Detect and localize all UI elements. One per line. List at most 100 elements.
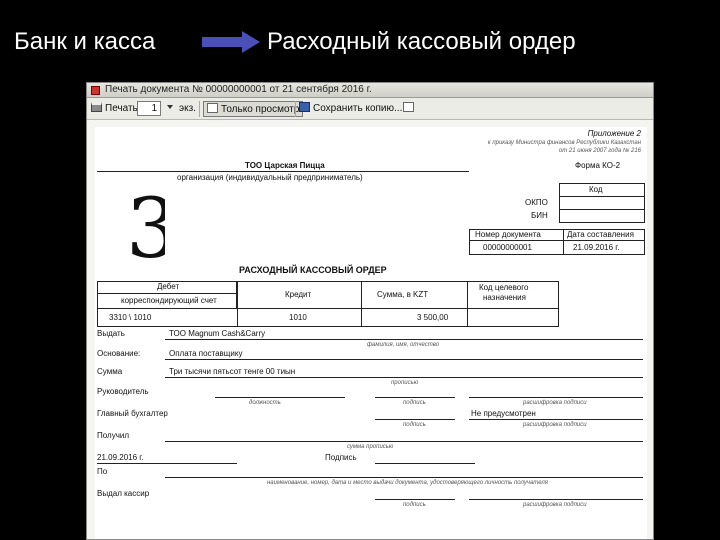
window-title: Печать документа № 00000000001 от 21 сен…	[105, 84, 372, 95]
doc-number-divider	[469, 240, 645, 241]
print-preview-window: Печать документа № 00000000001 от 21 сен…	[86, 82, 654, 540]
received-caption: сумма прописью	[347, 444, 394, 450]
receipt-signature-line	[375, 463, 475, 464]
head-position-line	[215, 397, 345, 398]
row-divider	[97, 308, 559, 309]
chief-decoding-line	[469, 419, 643, 420]
signature-label: Подпись	[325, 453, 357, 462]
handwritten-mark-text: 3	[126, 187, 165, 263]
doc-date-value: 21.09.2016 г.	[573, 243, 620, 252]
cashier-label: Выдал кассир	[97, 489, 150, 498]
cashier-decoding-line	[469, 499, 643, 500]
copies-input[interactable]: 1	[137, 101, 161, 116]
issue-value: ТОО Magnum Cash&Carry	[169, 329, 266, 338]
amount-value: 3 500,00	[417, 313, 449, 322]
chief-signature-caption: подпись	[403, 422, 426, 428]
purpose-code-header-2: назначения	[483, 293, 526, 302]
issue-line	[165, 339, 643, 340]
by-line	[165, 477, 643, 478]
doc-number-value: 00000000001	[483, 243, 532, 252]
slide-left-title: Банк и касса	[14, 28, 156, 55]
column-divider	[237, 281, 238, 327]
issue-label: Выдать	[97, 329, 125, 338]
receipt-date-line	[97, 463, 237, 464]
printer-icon	[91, 102, 102, 112]
copies-unit: экз.	[179, 103, 196, 114]
okpo-label: ОКПО	[525, 198, 548, 207]
head-signature-line	[375, 397, 455, 398]
chief-accountant-value: Не предусмотрен	[471, 409, 536, 418]
sum-line	[165, 377, 643, 378]
page-setup-icon	[403, 102, 414, 112]
window-title-bar: Печать документа № 00000000001 от 21 сен…	[87, 83, 653, 98]
view-only-label: Только просмотр	[221, 104, 300, 115]
basis-line	[165, 359, 643, 360]
document-icon	[91, 86, 100, 95]
slide-header: Банк и касса Расходный кассовый ордер	[0, 0, 720, 80]
head-label: Руководитель	[97, 387, 149, 396]
basis-value: Оплата поставщику	[169, 349, 243, 358]
cashier-signature-line	[375, 499, 455, 500]
purpose-code-header-1: Код целевого	[479, 283, 529, 292]
toolbar-extra-button[interactable]	[403, 101, 417, 117]
receipt-date: 21.09.2016 г.	[97, 453, 144, 462]
by-label: По	[97, 467, 108, 476]
bin-label: БИН	[531, 211, 548, 220]
debit-header: Дебет	[157, 282, 180, 291]
cashier-decoding-caption: расшифровка подписи	[523, 502, 587, 508]
column-divider	[361, 281, 362, 327]
save-copy-label: Сохранить копию...	[313, 103, 403, 114]
cash-order-document: Приложение 2 к приказу Министра финансов…	[95, 127, 647, 539]
spin-down-icon	[167, 105, 173, 109]
view-only-toggle[interactable]: Только просмотр	[203, 101, 304, 117]
print-button[interactable]: Печать	[91, 101, 138, 117]
doc-number-divider	[563, 229, 564, 255]
head-signature-caption: подпись	[403, 400, 426, 406]
save-icon	[299, 102, 310, 112]
print-label: Печать	[105, 103, 138, 114]
received-label: Получил	[97, 431, 129, 440]
chief-signature-line	[375, 419, 455, 420]
arrow-right-icon	[202, 31, 260, 53]
received-line	[165, 441, 643, 442]
code-divider	[559, 209, 645, 210]
organization-caption: организация (индивидуальный предпринимат…	[177, 173, 363, 182]
chief-decoding-caption: расшифровка подписи	[523, 422, 587, 428]
by-caption: наименование, номер, дата и место выдачи…	[267, 480, 548, 486]
toolbar-separator	[295, 101, 296, 117]
order-reference-1: к приказу Министра финансов Республики К…	[487, 140, 641, 146]
sum-label: Сумма	[97, 367, 123, 376]
form-label: Форма КО-2	[575, 161, 621, 170]
organization-name: ТОО Царская Пицца	[245, 161, 325, 170]
amount-header: Сумма, в KZT	[377, 290, 429, 299]
cashier-signature-caption: подпись	[403, 502, 426, 508]
print-toolbar: Печать 1 экз. Только просмотр Сохранить …	[87, 98, 653, 120]
view-icon	[207, 103, 218, 113]
handwritten-number-mark: 3	[126, 187, 165, 263]
order-reference-2: от 21 июня 2007 года № 216	[558, 148, 641, 154]
debit-value: 3310 \ 1010	[109, 313, 152, 322]
doc-number-header: Номер документа	[475, 230, 541, 239]
head-position-caption: должность	[249, 400, 281, 406]
order-title: РАСХОДНЫЙ КАССОВЫЙ ОРДЕР	[239, 265, 387, 275]
basis-label: Основание:	[97, 349, 141, 358]
sum-caption: прописью	[391, 380, 419, 386]
toolbar-separator	[199, 101, 200, 117]
code-header: Код	[589, 185, 603, 194]
column-divider	[467, 281, 468, 327]
org-line	[97, 171, 469, 172]
code-divider	[559, 196, 645, 197]
corr-account-header: корреспондирующий счет	[121, 296, 217, 305]
copies-stepper[interactable]	[165, 101, 173, 117]
appendix-note: Приложение 2	[587, 129, 641, 138]
credit-header: Кредит	[285, 290, 312, 299]
sum-words: Три тысячи пятьсот тенге 00 тиын	[169, 367, 296, 376]
credit-value: 1010	[289, 313, 307, 322]
slide-right-title: Расходный кассовый ордер	[267, 28, 576, 55]
save-copy-button[interactable]: Сохранить копию...	[299, 101, 402, 117]
issue-caption: фамилия, имя, отчество	[367, 342, 440, 348]
doc-date-header: Дата составления	[567, 230, 634, 239]
chief-accountant-label: Главный бухгалтер	[97, 409, 168, 418]
head-decoding-line	[469, 397, 643, 398]
head-decoding-caption: расшифровка подписи	[523, 400, 587, 406]
